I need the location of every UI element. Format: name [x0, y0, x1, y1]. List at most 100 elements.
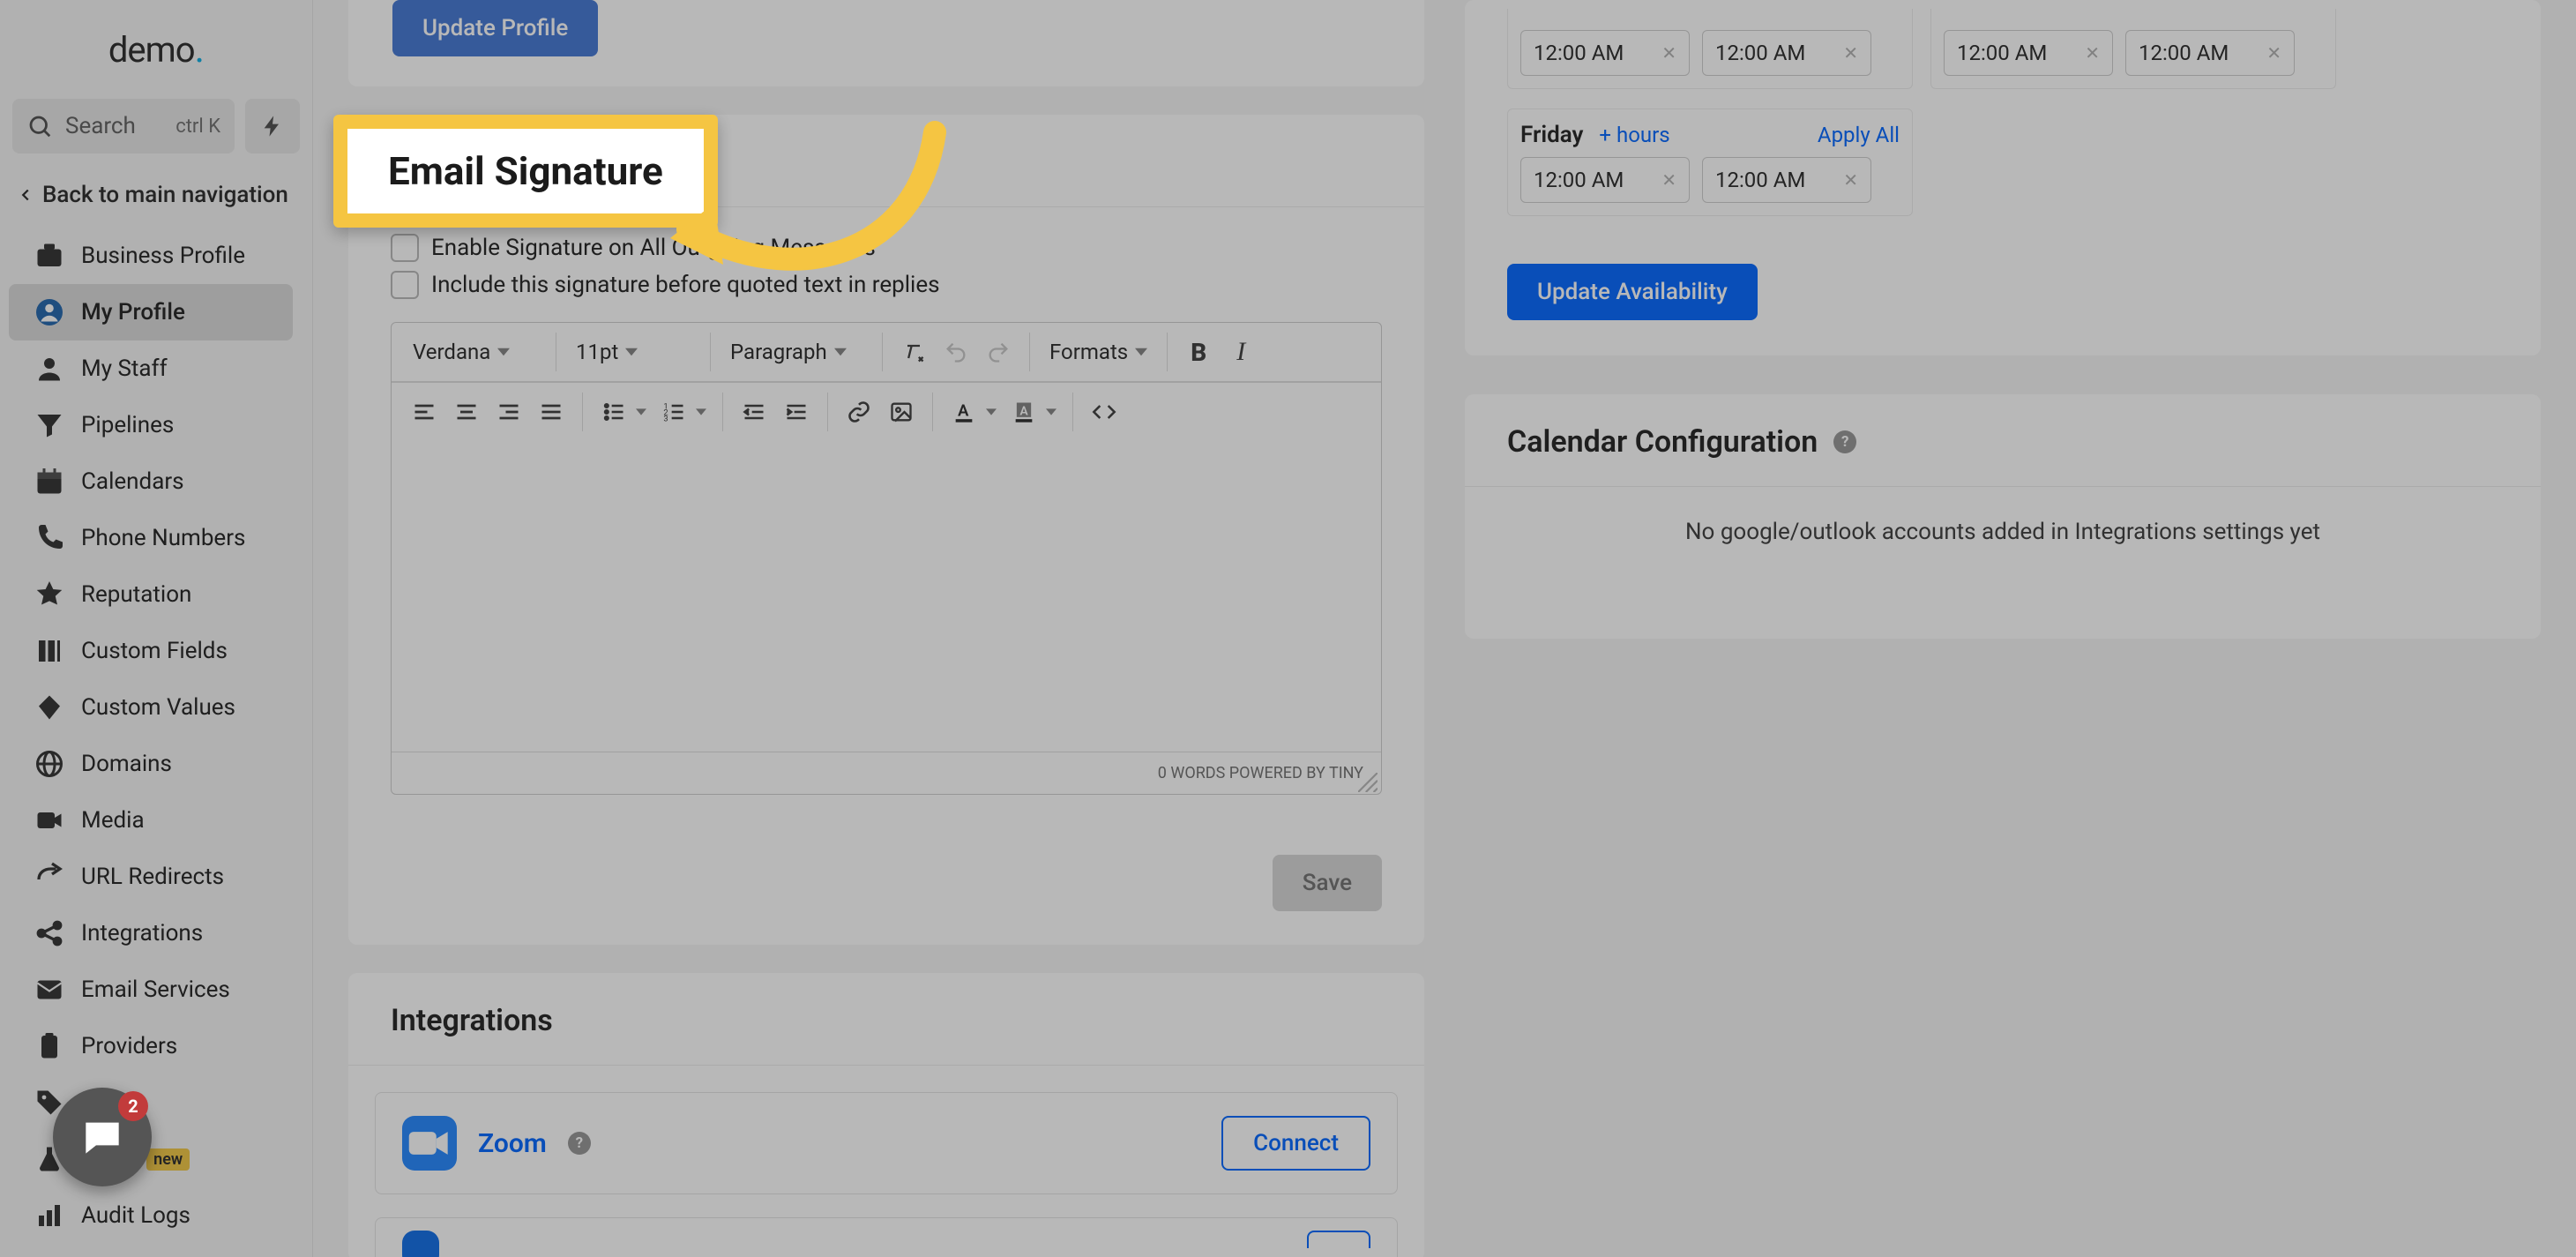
highlight-color-button[interactable]: A — [1004, 392, 1044, 432]
clear-time-icon[interactable]: ✕ — [1843, 42, 1858, 64]
indent-button[interactable] — [776, 392, 817, 432]
sidebar-item-custom-values[interactable]: Custom Values — [9, 679, 293, 736]
bold-button[interactable]: B — [1178, 332, 1219, 372]
star-icon — [34, 579, 65, 610]
sidebar-item-providers[interactable]: Providers — [9, 1018, 293, 1074]
text-color-button[interactable]: A — [944, 392, 984, 432]
connect-button-partial[interactable] — [1307, 1231, 1370, 1248]
update-availability-button[interactable]: Update Availability — [1507, 264, 1758, 320]
chevron-left-icon — [16, 185, 35, 205]
numbered-list-button[interactable]: 123 — [653, 392, 694, 432]
sidebar-item-label: Business Profile — [81, 243, 245, 269]
quick-actions-button[interactable] — [245, 99, 300, 153]
sidebar-item-email-services[interactable]: Email Services — [9, 961, 293, 1018]
clear-time-icon[interactable]: ✕ — [2085, 42, 2100, 64]
editor-footer: 0 WORDS POWERED BY TINY — [392, 752, 1381, 794]
add-hours-link[interactable]: + hours — [1599, 123, 1669, 147]
sidebar-item-my-profile[interactable]: My Profile — [9, 284, 293, 340]
phone-icon — [34, 522, 65, 554]
chevron-down-icon — [625, 346, 638, 358]
redirect-icon — [34, 861, 65, 893]
sidebar-item-phone-numbers[interactable]: Phone Numbers — [9, 510, 293, 566]
back-to-main-nav[interactable]: Back to main navigation — [0, 169, 312, 228]
include-before-quoted-checkbox[interactable] — [391, 271, 419, 299]
sidebar-item-label: Email Services — [81, 976, 230, 1003]
availability-friday-group: Friday + hours Apply All 12:00 AM ✕ 12 — [1507, 108, 1913, 216]
connect-zoom-button[interactable]: Connect — [1221, 1116, 1370, 1171]
sidebar-item-media[interactable]: Media — [9, 792, 293, 849]
highlight-icon: A — [1012, 400, 1036, 424]
clear-time-icon[interactable]: ✕ — [1843, 169, 1858, 191]
time-end-input[interactable]: 12:00 AM ✕ — [1702, 157, 1871, 203]
chevron-down-icon[interactable] — [636, 407, 646, 417]
time-start-input[interactable]: 12:00 AM ✕ — [1944, 30, 2113, 76]
sidebar-item-tags[interactable]: Tags — [9, 1074, 293, 1131]
enable-signature-checkbox[interactable] — [391, 234, 419, 262]
svg-text:A: A — [958, 401, 969, 421]
help-icon[interactable]: ? — [568, 1132, 591, 1155]
italic-button[interactable]: I — [1221, 332, 1261, 372]
time-end-input[interactable]: 12:00 AM ✕ — [2125, 30, 2295, 76]
chevron-down-icon — [497, 346, 510, 358]
sidebar-item-calendars[interactable]: Calendars — [9, 453, 293, 510]
update-profile-button[interactable]: Update Profile — [392, 0, 598, 56]
font-family-select[interactable]: Verdana — [404, 334, 545, 370]
rich-text-editor: Verdana 11pt Paragraph — [391, 322, 1382, 795]
align-justify-button[interactable] — [531, 392, 571, 432]
time-start-input[interactable]: 12:00 AM ✕ — [1520, 157, 1690, 203]
align-right-button[interactable] — [489, 392, 529, 432]
clear-time-icon[interactable]: ✕ — [1661, 169, 1676, 191]
apply-all-link[interactable]: Apply All — [1818, 123, 1900, 147]
help-icon[interactable]: ? — [1833, 430, 1856, 453]
code-button[interactable] — [1084, 392, 1124, 432]
chevron-down-icon[interactable] — [696, 407, 706, 417]
chevron-down-icon[interactable] — [1046, 407, 1057, 417]
search-input[interactable]: Search ctrl K — [12, 99, 235, 153]
share-icon — [34, 917, 65, 949]
align-center-button[interactable] — [446, 392, 487, 432]
sidebar-item-label: Calendars — [81, 468, 184, 495]
clear-time-icon[interactable]: ✕ — [1661, 42, 1676, 64]
link-button[interactable] — [839, 392, 879, 432]
align-left-button[interactable] — [404, 392, 444, 432]
time-end-input[interactable]: 12:00 AM ✕ — [1702, 30, 1871, 76]
bullet-list-button[interactable] — [594, 392, 634, 432]
image-button[interactable] — [881, 392, 922, 432]
profile-card-bottom: Update Profile — [348, 0, 1424, 86]
sidebar-item-my-staff[interactable]: My Staff — [9, 340, 293, 397]
chevron-down-icon[interactable] — [986, 407, 997, 417]
font-size-select[interactable]: 11pt — [567, 334, 699, 370]
integration-title[interactable]: Zoom — [478, 1128, 547, 1159]
integrations-header: Integrations — [348, 973, 1424, 1066]
tutorial-arrow — [653, 115, 952, 330]
sidebar-item-domains[interactable]: Domains — [9, 736, 293, 792]
calendar-config-card: Calendar Configuration ? No google/outlo… — [1465, 394, 2541, 639]
chevron-down-icon — [1135, 346, 1147, 358]
redo-button[interactable] — [978, 332, 1019, 372]
resize-grip-icon[interactable] — [1358, 773, 1378, 792]
clear-formatting-button[interactable] — [893, 332, 934, 372]
signature-textarea[interactable] — [392, 441, 1381, 752]
save-signature-button[interactable]: Save — [1273, 855, 1382, 911]
sidebar-item-pipelines[interactable]: Pipelines — [9, 397, 293, 453]
time-start-input[interactable]: 12:00 AM ✕ — [1520, 30, 1690, 76]
undo-button[interactable] — [936, 332, 976, 372]
sidebar-item-label: Phone Numbers — [81, 525, 245, 551]
block-format-select[interactable]: Paragraph — [721, 334, 871, 370]
sidebar-item-url-redirects[interactable]: URL Redirects — [9, 849, 293, 905]
sidebar-item-reputation[interactable]: Reputation — [9, 566, 293, 623]
sidebar-item-custom-fields[interactable]: Custom Fields — [9, 623, 293, 679]
user-circle-icon — [34, 296, 65, 328]
formats-select[interactable]: Formats — [1041, 334, 1156, 370]
formats-value: Formats — [1049, 340, 1128, 364]
sidebar-item-audit-logs[interactable]: Audit Logs — [9, 1187, 293, 1244]
settings-nav: Business Profile My Profile My Staff Pip… — [0, 228, 312, 1257]
sidebar-item-business-profile[interactable]: Business Profile — [9, 228, 293, 284]
day-label: Friday — [1520, 122, 1583, 148]
chat-unread-badge: 2 — [118, 1091, 148, 1121]
clear-time-icon[interactable]: ✕ — [2266, 42, 2281, 64]
sidebar-item-label: Integrations — [81, 920, 203, 946]
outdent-button[interactable] — [734, 392, 774, 432]
chat-widget-button[interactable]: 2 — [53, 1088, 152, 1186]
sidebar-item-integrations[interactable]: Integrations — [9, 905, 293, 961]
